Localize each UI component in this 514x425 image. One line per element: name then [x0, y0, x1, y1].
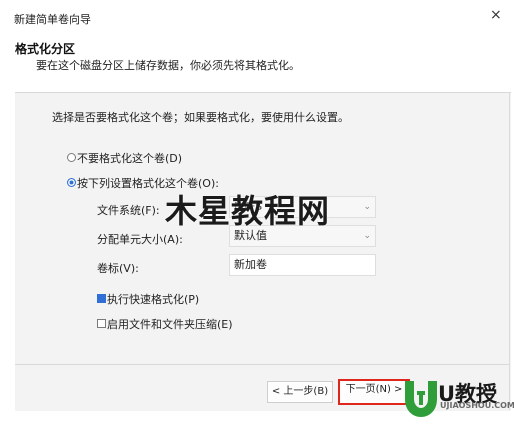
title-bar: 新建简单卷向导 × [0, 0, 514, 30]
chevron-down-icon: ⌄ [363, 202, 371, 212]
quick-format-checkbox[interactable] [97, 294, 106, 303]
radio-no-format[interactable] [67, 153, 76, 162]
logo-icon [405, 381, 437, 417]
page-title: 格式化分区 [15, 42, 76, 56]
window-title: 新建简单卷向导 [14, 13, 91, 26]
radio-format[interactable] [67, 178, 76, 187]
instruction-text: 选择是否要格式化这个卷；如果要格式化，要使用什么设置。 [52, 111, 349, 124]
close-icon[interactable]: × [490, 8, 502, 22]
footer-divider [15, 364, 509, 365]
volume-label-label: 卷标(V): [97, 262, 139, 275]
compression-checkbox[interactable] [97, 319, 106, 328]
chevron-down-icon: ⌄ [363, 231, 371, 241]
volume-label-input[interactable]: 新加卷 [229, 254, 376, 276]
volume-label-value: 新加卷 [234, 258, 267, 271]
allocation-size-label: 分配单元大小(A): [97, 233, 183, 246]
compression-label[interactable]: 启用文件和文件夹压缩(E) [107, 316, 233, 332]
radio-no-format-label[interactable]: 不要格式化这个卷(D) [77, 150, 182, 166]
file-system-label: 文件系统(F): [97, 204, 160, 217]
watermark-text: 木星教程网 [165, 192, 331, 230]
page-subtitle: 要在这个磁盘分区上储存数据，你必须先将其格式化。 [36, 59, 300, 72]
quick-format-label[interactable]: 执行快速格式化(P) [107, 291, 199, 307]
next-button[interactable]: 下一页(N) > [338, 379, 410, 405]
right-border [509, 92, 510, 410]
logo-subtext: UJIAOSHOU.COM [440, 401, 514, 410]
back-button[interactable]: < 上一步(B) [267, 381, 333, 403]
